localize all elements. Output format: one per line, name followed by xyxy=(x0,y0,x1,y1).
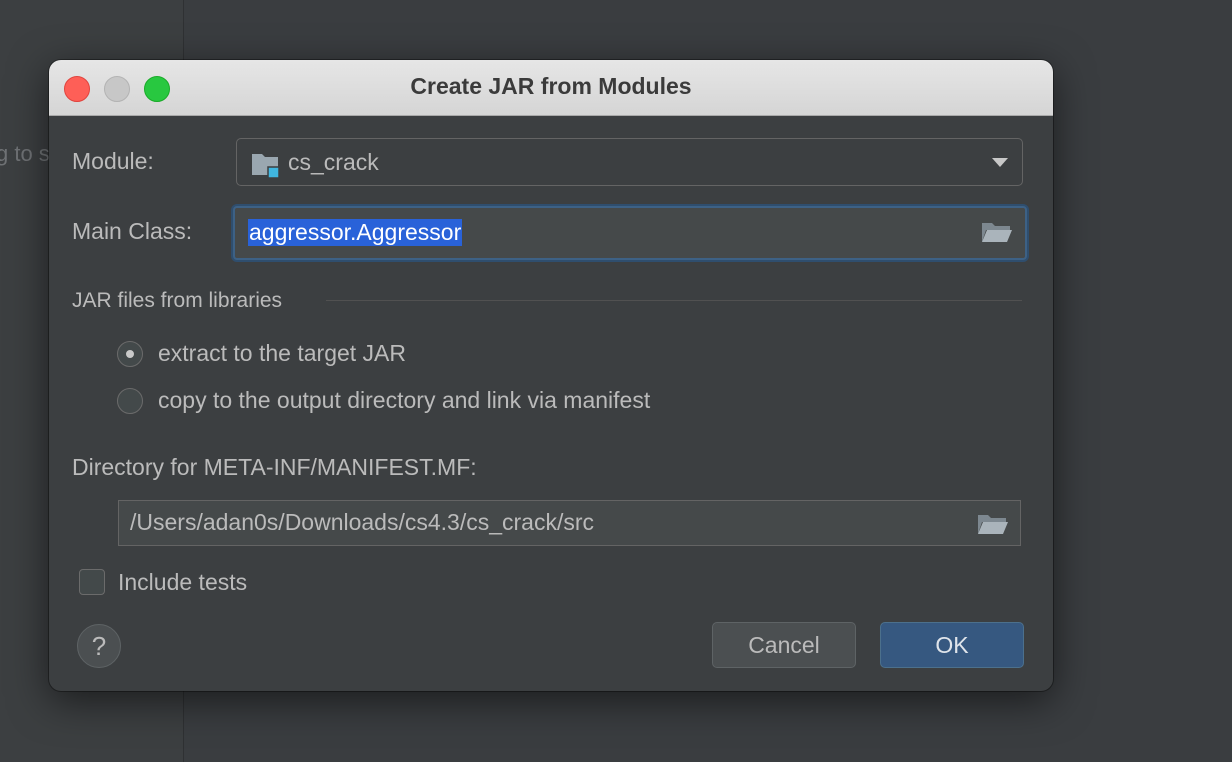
section-divider xyxy=(326,300,1022,301)
main-class-input[interactable]: aggressor.Aggressor xyxy=(233,206,1027,260)
module-select-value: cs_crack xyxy=(288,149,379,175)
include-tests-label: Include tests xyxy=(118,569,248,595)
libraries-section-title: JAR files from libraries xyxy=(72,289,283,312)
module-select[interactable]: cs_crack xyxy=(236,138,1023,186)
folder-open-icon[interactable] xyxy=(981,221,1013,248)
radio-extract-label: extract to the target JAR xyxy=(158,340,407,366)
create-jar-dialog: Create JAR from Modules Module: cs_crack… xyxy=(49,60,1053,691)
main-class-input-value: aggressor.Aggressor xyxy=(248,219,463,246)
background-hint-text: g to s xyxy=(0,141,50,166)
main-class-label: Main Class: xyxy=(72,218,193,244)
help-icon[interactable]: ? xyxy=(77,624,121,668)
manifest-directory-input[interactable]: /Users/adan0s/Downloads/cs4.3/cs_crack/s… xyxy=(118,500,1021,546)
folder-open-icon[interactable] xyxy=(977,513,1009,540)
radio-extract-to-target-jar[interactable] xyxy=(117,341,143,367)
chevron-down-icon[interactable] xyxy=(992,158,1008,167)
dialog-titlebar: Create JAR from Modules xyxy=(49,60,1053,116)
manifest-directory-label: Directory for META-INF/MANIFEST.MF: xyxy=(72,454,477,480)
radio-copy-label: copy to the output directory and link vi… xyxy=(158,387,651,413)
ok-button[interactable]: OK xyxy=(880,622,1024,668)
folder-module-icon xyxy=(251,152,281,183)
include-tests-checkbox[interactable] xyxy=(79,569,105,595)
cancel-button[interactable]: Cancel xyxy=(712,622,856,668)
dialog-title: Create JAR from Modules xyxy=(410,73,692,99)
module-label: Module: xyxy=(72,148,154,174)
radio-copy-to-output-directory[interactable] xyxy=(117,388,143,414)
manifest-directory-value: /Users/adan0s/Downloads/cs4.3/cs_crack/s… xyxy=(130,509,595,535)
